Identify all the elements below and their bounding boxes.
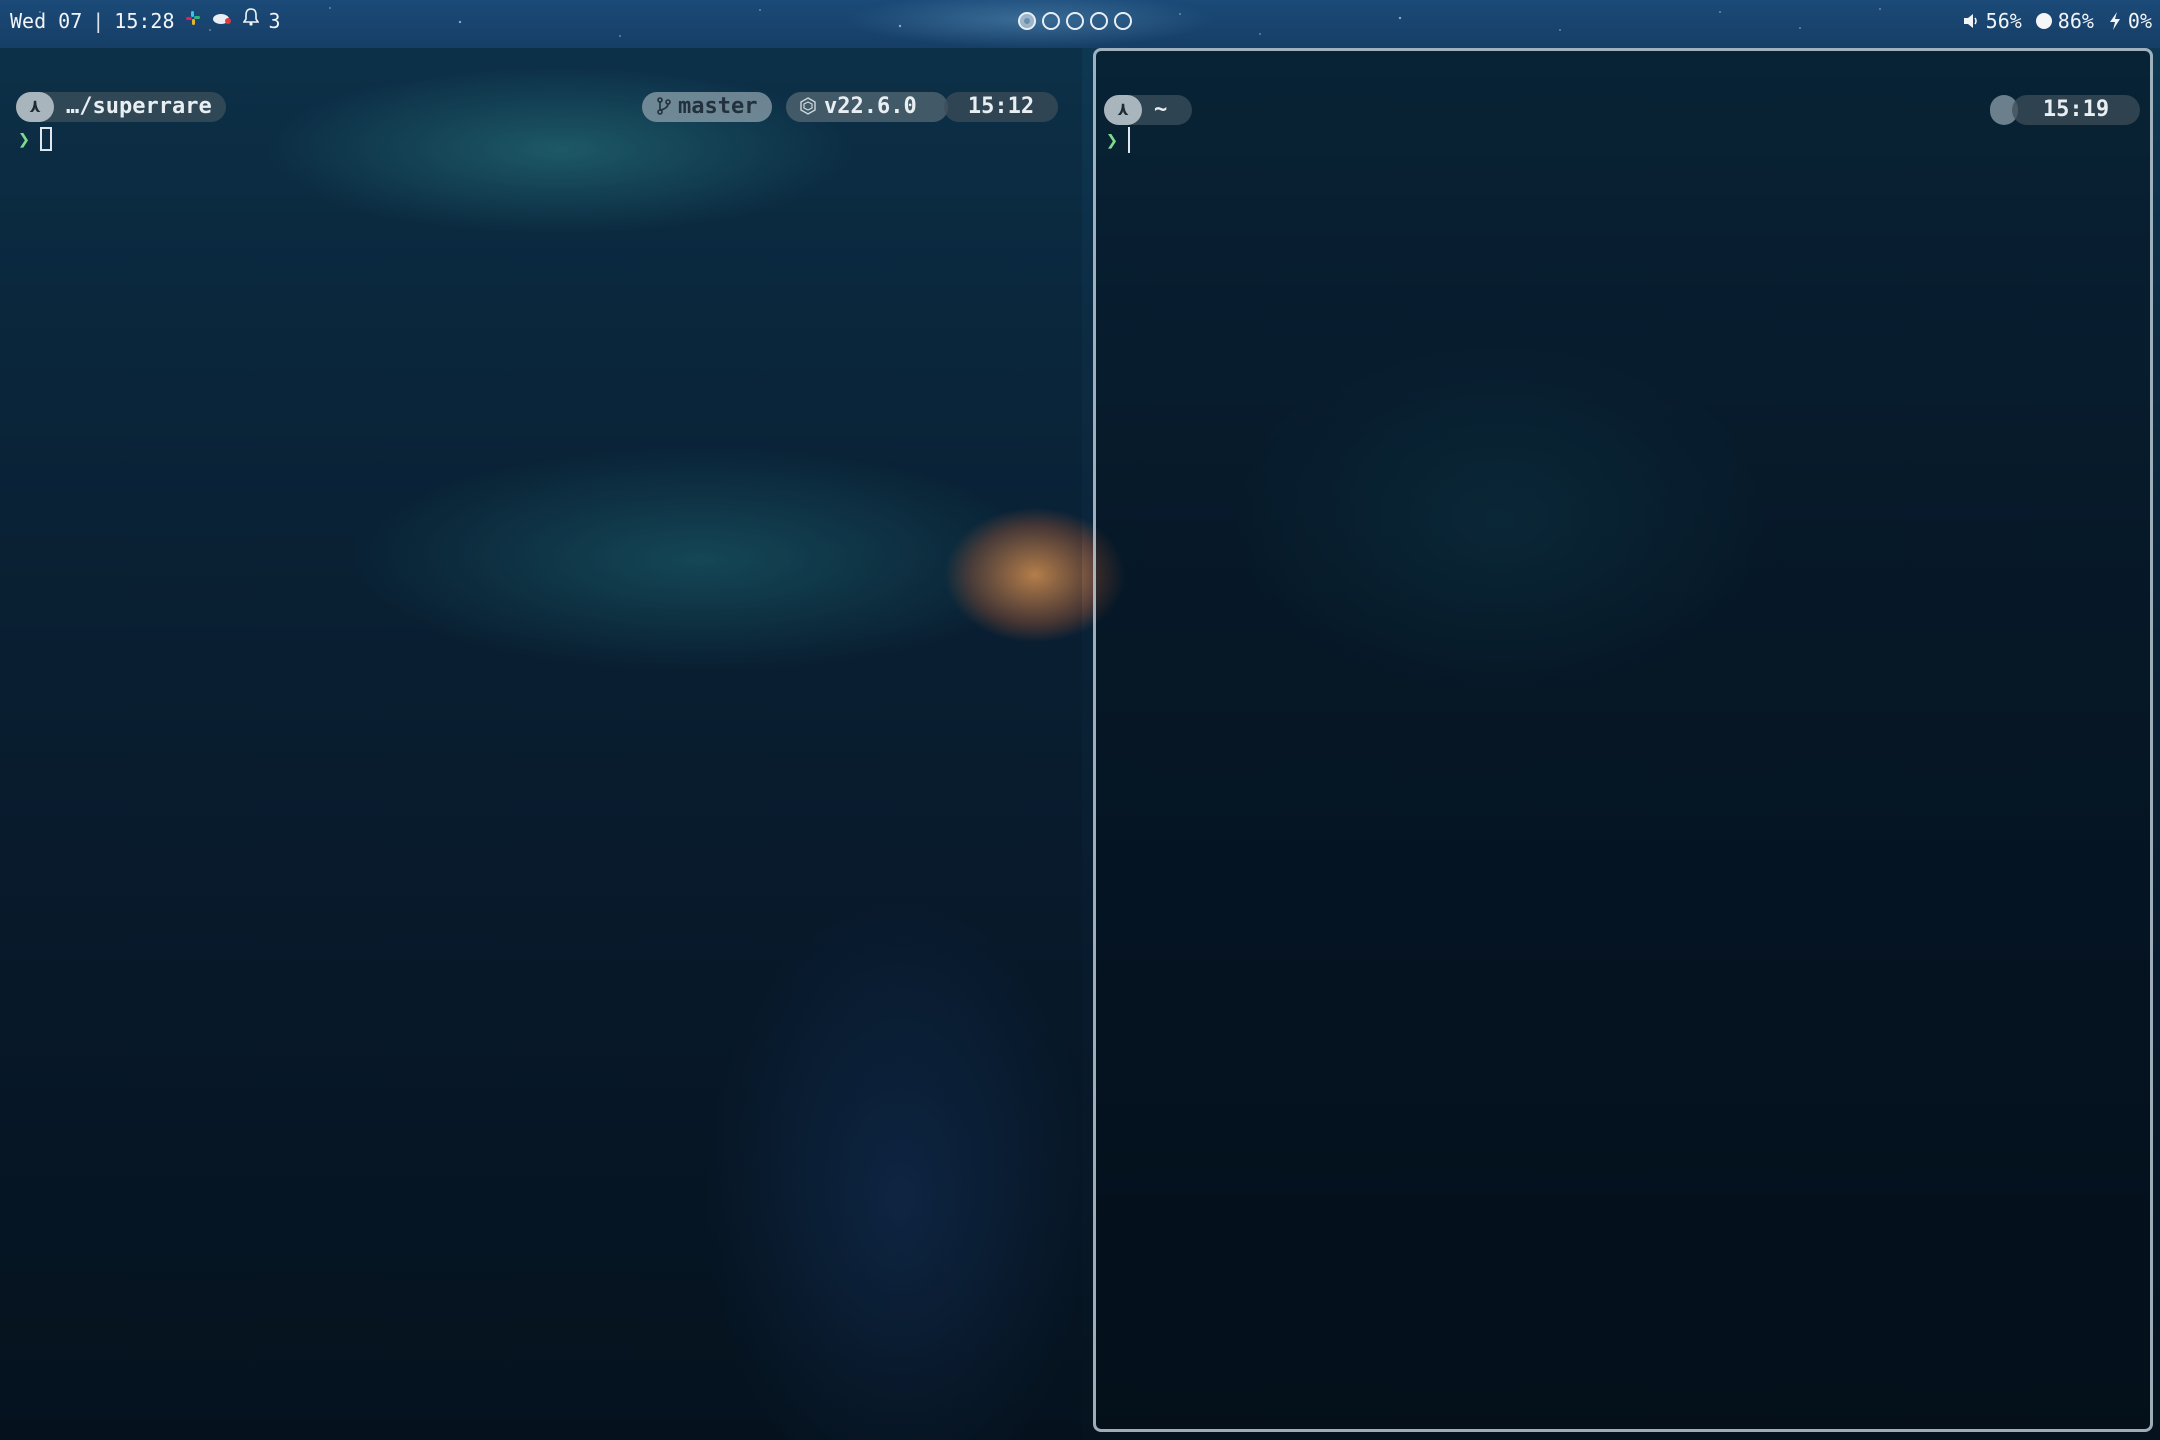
- battery-value: 0%: [2127, 9, 2152, 33]
- command-line[interactable]: ❯: [1106, 125, 1131, 155]
- volume-indicator[interactable]: 56%: [1962, 0, 2022, 42]
- workspace-2[interactable]: [1042, 12, 1060, 30]
- os-badge-icon: ⋏: [16, 92, 54, 122]
- os-badge-icon: ⋏: [1104, 95, 1142, 125]
- terminal-cursor: [40, 127, 53, 151]
- volume-value: 56%: [1985, 9, 2022, 33]
- git-branch-name: master: [678, 94, 758, 119]
- time-segment: 15:12: [944, 92, 1058, 122]
- prompt-time: 15:12: [967, 94, 1035, 119]
- volume-icon: [1963, 14, 1977, 28]
- node-icon: [800, 97, 816, 115]
- node-segment: v22.6.0: [786, 92, 948, 122]
- prompt-status-line: ~ ⋏ 15:19: [1104, 95, 2140, 125]
- git-branch-icon: [657, 97, 671, 115]
- terminal-pane-left[interactable]: …/superrare ⋏ master v22.6.0 15:12 ❯: [0, 48, 1082, 1440]
- clock-text[interactable]: 15:28: [114, 0, 174, 42]
- prompt-char: ❯: [18, 127, 31, 151]
- prompt-char: ❯: [1106, 128, 1119, 152]
- terminal-pane-right[interactable]: ~ ⋏ 15:19 ❯: [1093, 48, 2153, 1432]
- bolt-icon: [2109, 12, 2120, 30]
- battery-indicator[interactable]: 0%: [2108, 0, 2152, 42]
- workspace-5[interactable]: [1114, 12, 1132, 30]
- brightness-icon: [2035, 13, 2052, 29]
- notification-count: 3: [268, 9, 281, 33]
- status-right: 56% 86% 0%: [1962, 0, 2152, 42]
- brightness-value: 86%: [2057, 9, 2094, 33]
- separator: |: [92, 9, 105, 33]
- slack-icon[interactable]: [185, 0, 201, 42]
- prompt-status-line: …/superrare ⋏ master v22.6.0 15:12: [16, 92, 1066, 122]
- time-segment: 15:19: [2012, 95, 2140, 125]
- workspace-4[interactable]: [1090, 12, 1108, 30]
- command-line[interactable]: ❯: [18, 124, 53, 154]
- workspace-3[interactable]: [1066, 12, 1084, 30]
- directory-path: …/superrare: [66, 94, 212, 119]
- cloud-icon[interactable]: [211, 0, 233, 42]
- directory-path: ~: [1154, 97, 1168, 122]
- workspace-1[interactable]: [1018, 12, 1036, 30]
- top-status-bar: Wed 07 | 15:28 3 56% 86% 0%: [0, 0, 2160, 42]
- status-left: Wed 07 | 15:28 3: [10, 0, 281, 42]
- workspace-indicators: [1018, 0, 1132, 42]
- node-version: v22.6.0: [824, 94, 917, 119]
- git-segment: master: [642, 92, 772, 122]
- date-text: Wed 07: [10, 9, 83, 33]
- terminal-cursor: [1128, 127, 1131, 153]
- bell-icon[interactable]: [242, 0, 260, 42]
- brightness-indicator[interactable]: 86%: [2035, 0, 2094, 42]
- prompt-time: 15:19: [2042, 97, 2110, 122]
